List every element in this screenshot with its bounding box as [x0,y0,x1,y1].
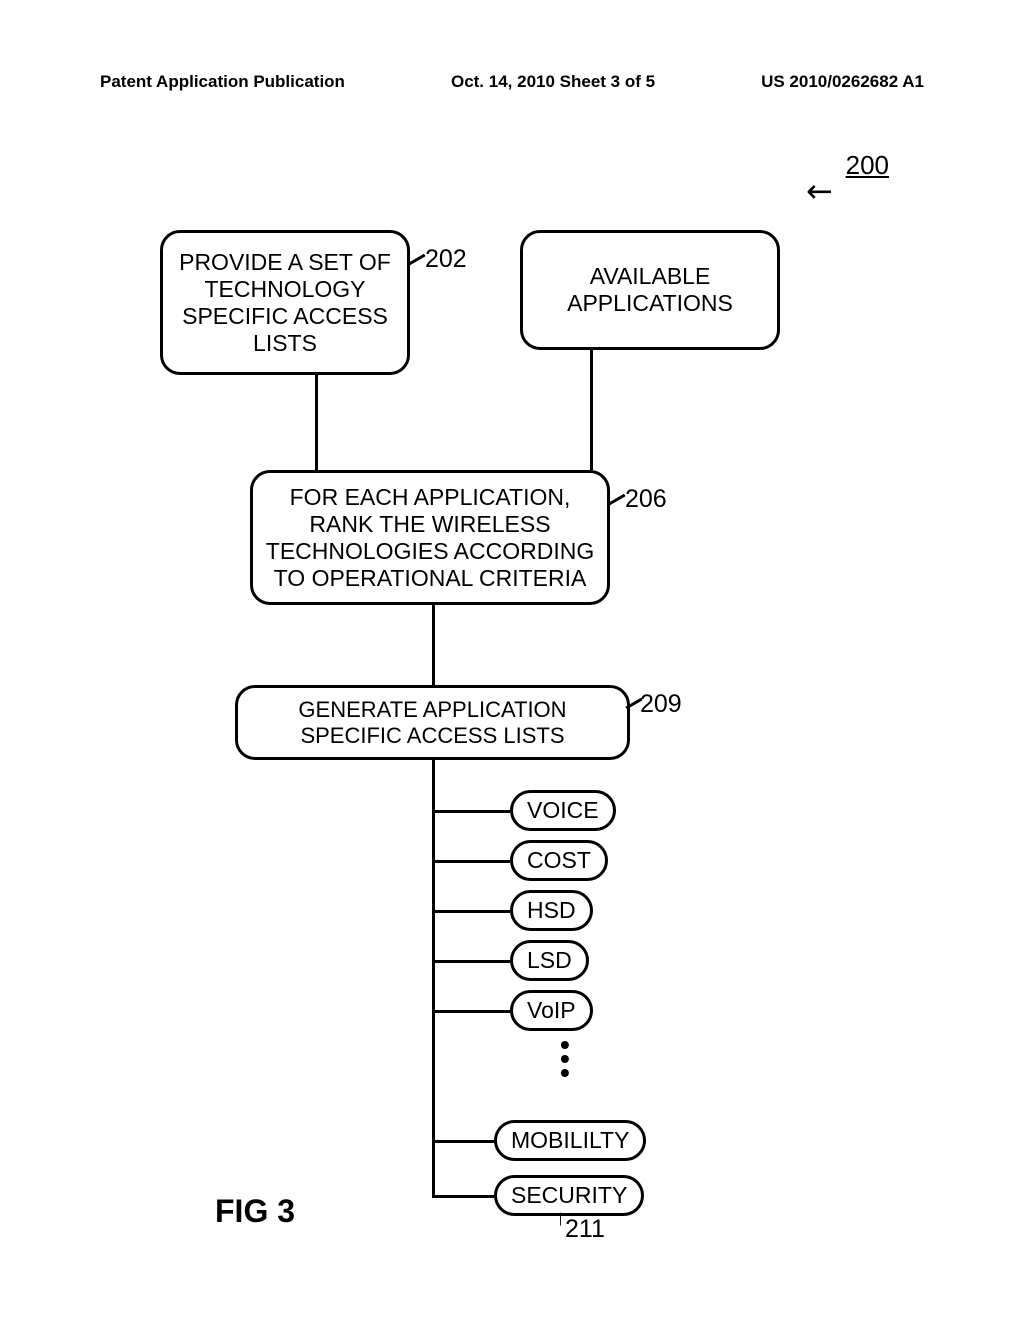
header-pub-number: US 2010/0262682 A1 [761,72,924,92]
reference-209: 209 [640,690,682,719]
box-generate-access-lists: GENERATE APPLICATION SPECIFIC ACCESS LIS… [235,685,630,760]
stem-211 [432,760,435,1198]
pill-lsd: LSD [510,940,589,981]
reference-206: 206 [625,485,667,514]
box-rank-technologies: FOR EACH APPLICATION, RANK THE WIRELESS … [250,470,610,605]
leader-206 [608,494,625,506]
leader-202 [408,254,425,266]
branch-voip [432,1010,510,1013]
connector-202-206 [315,375,318,470]
header-date-sheet: Oct. 14, 2010 Sheet 3 of 5 [451,72,655,92]
connector-206-209 [432,605,435,685]
branch-mobility [432,1140,494,1143]
pill-cost: COST [510,840,608,881]
pill-hsd: HSD [510,890,593,931]
pill-voice: VOICE [510,790,616,831]
arrow-200-icon: ↙ [798,168,844,214]
figure-3-diagram: 200 ↙ PROVIDE A SET OF TECHNOLOGY SPECIF… [0,130,1024,1230]
page-header: Patent Application Publication Oct. 14, … [0,0,1024,102]
branch-security [432,1195,494,1198]
connector-204-206 [590,350,593,470]
reference-202: 202 [425,245,467,274]
box-provide-access-lists: PROVIDE A SET OF TECHNOLOGY SPECIFIC ACC… [160,230,410,375]
branch-lsd [432,960,510,963]
pill-voip: VoIP [510,990,593,1031]
branch-voice [432,810,510,813]
ellipsis-dots: ••• [560,1038,570,1080]
reference-200: 200 [846,150,889,181]
branch-hsd [432,910,510,913]
box-available-applications: AVAILABLE APPLICATIONS [520,230,780,350]
figure-label: FIG 3 [215,1193,295,1230]
header-publication: Patent Application Publication [100,72,345,92]
pill-mobility: MOBILILTY [494,1120,646,1161]
branch-cost [432,860,510,863]
pill-security: SECURITY [494,1175,644,1216]
reference-211: 211 [565,1215,605,1244]
